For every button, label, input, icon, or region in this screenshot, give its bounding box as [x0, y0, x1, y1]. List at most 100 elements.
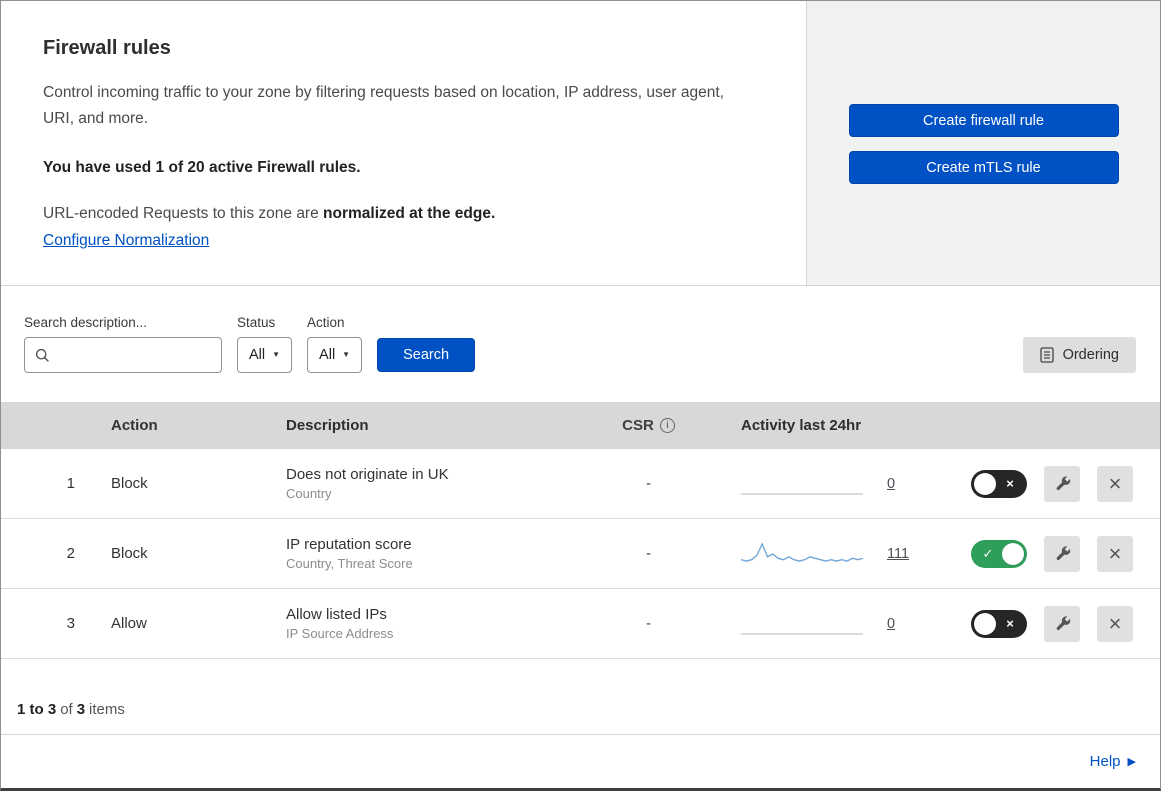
rule-fields: Country, Threat Score — [286, 556, 413, 571]
edit-rule-button[interactable] — [1044, 535, 1080, 572]
action-field: Action All ▼ — [307, 315, 363, 373]
search-label: Search description... — [24, 315, 148, 330]
action-label: Action — [307, 315, 345, 330]
rule-description: IP reputation score — [286, 536, 412, 553]
help-arrow-icon: ▶ — [1127, 756, 1136, 768]
item-total: 3 — [76, 701, 86, 718]
table-header-row: Action Description CSR i Activity last 2… — [1, 402, 1160, 449]
status-field: Status All ▼ — [237, 315, 293, 373]
help-row: Help ▶ — [1, 735, 1160, 788]
usage-summary: You have used 1 of 20 active Firewall ru… — [43, 158, 361, 176]
toggle-knob — [974, 612, 996, 635]
page-description: Control incoming traffic to your zone by… — [43, 84, 724, 128]
delete-rule-button[interactable]: × — [1097, 535, 1133, 572]
search-box — [24, 337, 222, 373]
actions-panel: Create firewall rule Create mTLS rule — [807, 1, 1160, 285]
table-row: 3 Allow Allow listed IPs IP Source Addre… — [1, 589, 1160, 659]
rule-description: Allow listed IPs — [286, 606, 387, 623]
chevron-down-icon: ▼ — [342, 350, 351, 359]
rule-action: Block — [111, 475, 148, 492]
search-button[interactable]: Search — [377, 338, 476, 372]
page-header-section: Firewall rules Control incoming traffic … — [1, 1, 1160, 286]
ordering-button[interactable]: Ordering — [1022, 337, 1136, 373]
edit-rule-button[interactable] — [1044, 465, 1080, 502]
status-label: Status — [237, 315, 276, 330]
action-filter-dropdown[interactable]: All ▼ — [307, 337, 363, 373]
activity-count-link[interactable]: 0 — [887, 616, 895, 632]
delete-rule-button[interactable]: × — [1097, 465, 1133, 502]
item-range: 1 to 3 — [17, 701, 57, 718]
rule-fields: IP Source Address — [286, 626, 394, 641]
normalization-prefix: URL-encoded Requests to this zone are — [43, 204, 324, 222]
filter-toolbar: Search description... Status All ▼ Action… — [1, 286, 1160, 402]
rule-enabled-toggle[interactable]: × — [971, 609, 1027, 638]
search-field: Search description... — [24, 315, 222, 373]
search-icon — [35, 348, 50, 363]
rule-description-cell: IP reputation score Country, Threat Scor… — [266, 536, 591, 571]
rule-action: Allow — [111, 615, 147, 632]
create-mtls-rule-button[interactable]: Create mTLS rule — [848, 151, 1119, 184]
rule-controls: ✓ × — [961, 535, 1160, 572]
range-of-label: of — [60, 701, 73, 718]
rule-fields: Country — [286, 486, 332, 501]
rule-controls: × × — [961, 605, 1160, 642]
delete-rule-button[interactable]: × — [1097, 605, 1133, 642]
header-csr-label: CSR — [622, 417, 654, 434]
status-filter-value: All — [249, 347, 266, 363]
wrench-icon — [1054, 475, 1071, 492]
search-input[interactable] — [57, 347, 211, 363]
ordering-list-icon — [1039, 347, 1054, 363]
page-title: Firewall rules — [43, 37, 171, 59]
ordering-button-label: Ordering — [1062, 347, 1119, 363]
rule-csr: - — [646, 475, 651, 492]
rule-activity-cell: 0 — [706, 466, 961, 502]
status-filter-dropdown[interactable]: All ▼ — [237, 337, 293, 373]
activity-sparkline — [741, 606, 863, 642]
rule-priority: 2 — [66, 545, 75, 562]
rule-activity-cell: 0 — [706, 606, 961, 642]
edit-rule-button[interactable] — [1044, 605, 1080, 642]
rule-action: Block — [111, 545, 148, 562]
normalization-bold: normalized at the edge. — [323, 204, 496, 222]
rule-controls: × × — [961, 465, 1160, 502]
rule-enabled-toggle[interactable]: ✓ — [971, 539, 1027, 568]
toggle-state-icon: × — [1006, 616, 1014, 631]
action-filter-value: All — [319, 347, 336, 363]
header-action: Action — [111, 417, 158, 434]
activity-sparkline — [741, 466, 863, 502]
wrench-icon — [1054, 615, 1071, 632]
rule-description-cell: Does not originate in UK Country — [266, 466, 591, 501]
activity-count-link[interactable]: 111 — [887, 546, 909, 562]
close-icon: × — [1108, 470, 1122, 496]
info-icon[interactable]: i — [659, 418, 675, 433]
configure-normalization-link[interactable]: Configure Normalization — [43, 232, 209, 250]
firewall-rules-page: Firewall rules Control incoming traffic … — [0, 0, 1161, 791]
toggle-state-icon: × — [1006, 476, 1014, 491]
table-row: 2 Block IP reputation score Country, Thr… — [1, 519, 1160, 589]
chevron-down-icon: ▼ — [272, 350, 281, 359]
help-link[interactable]: Help ▶ — [1090, 753, 1136, 770]
rule-csr: - — [646, 545, 651, 562]
toggle-state-icon: ✓ — [982, 546, 994, 561]
rule-description-cell: Allow listed IPs IP Source Address — [266, 606, 591, 641]
activity-sparkline — [741, 536, 863, 572]
rule-description: Does not originate in UK — [286, 466, 449, 483]
intro-panel: Firewall rules Control incoming traffic … — [1, 1, 807, 285]
rule-activity-cell: 111 — [706, 536, 961, 572]
normalization-text: URL-encoded Requests to this zone are no… — [43, 205, 764, 223]
wrench-icon — [1054, 545, 1071, 562]
header-activity: Activity last 24hr — [741, 417, 862, 434]
header-csr: CSR i — [591, 417, 706, 434]
close-icon: × — [1108, 540, 1122, 566]
create-firewall-rule-button[interactable]: Create firewall rule — [848, 104, 1119, 137]
toggle-knob — [1002, 542, 1024, 565]
rule-priority: 3 — [66, 615, 75, 632]
rule-csr: - — [646, 615, 651, 632]
help-label: Help — [1089, 753, 1121, 770]
rule-priority: 1 — [66, 475, 75, 492]
rule-enabled-toggle[interactable]: × — [971, 469, 1027, 498]
toggle-knob — [974, 472, 996, 495]
close-icon: × — [1108, 610, 1122, 636]
items-label: items — [89, 701, 125, 718]
activity-count-link[interactable]: 0 — [887, 476, 895, 492]
